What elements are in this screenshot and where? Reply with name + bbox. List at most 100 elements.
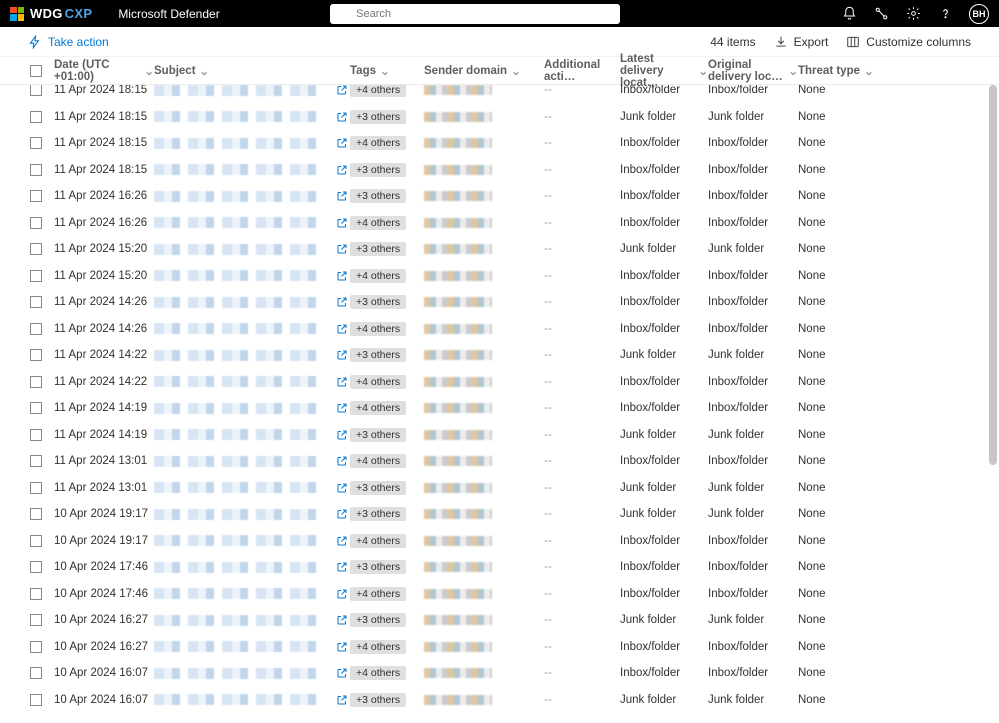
open-external-icon[interactable] [336, 164, 350, 176]
cell-subject[interactable] [154, 190, 350, 202]
customize-columns-button[interactable]: Customize columns [846, 35, 971, 49]
table-row[interactable]: 10 Apr 2024 16:07+4 others--Inbox/folder… [0, 660, 999, 687]
tag-badge[interactable]: +3 others [350, 348, 406, 362]
row-checkbox[interactable] [30, 561, 42, 573]
open-external-icon[interactable] [336, 376, 350, 388]
table-row[interactable]: 11 Apr 2024 14:26+4 others--Inbox/folder… [0, 316, 999, 343]
table-row[interactable]: 10 Apr 2024 16:07+3 others--Junk folderJ… [0, 687, 999, 714]
cell-subject[interactable] [154, 349, 350, 361]
table-row[interactable]: 11 Apr 2024 14:19+4 others--Inbox/folder… [0, 395, 999, 422]
table-row[interactable]: 11 Apr 2024 18:15+4 others--Inbox/folder… [0, 130, 999, 157]
table-row[interactable]: 11 Apr 2024 15:20+4 others--Inbox/folder… [0, 263, 999, 290]
tag-badge[interactable]: +3 others [350, 189, 406, 203]
cell-subject[interactable] [154, 376, 350, 388]
table-row[interactable]: 11 Apr 2024 14:26+3 others--Inbox/folder… [0, 289, 999, 316]
row-checkbox[interactable] [30, 111, 42, 123]
tag-badge[interactable]: +3 others [350, 507, 406, 521]
cell-subject[interactable] [154, 296, 350, 308]
table-row[interactable]: 11 Apr 2024 15:20+3 others--Junk folderJ… [0, 236, 999, 263]
table-row[interactable]: 11 Apr 2024 13:01+4 others--Inbox/folder… [0, 448, 999, 475]
row-checkbox[interactable] [30, 376, 42, 388]
cell-subject[interactable] [154, 111, 350, 123]
open-external-icon[interactable] [336, 588, 350, 600]
row-checkbox[interactable] [30, 694, 42, 706]
row-checkbox[interactable] [30, 349, 42, 361]
cell-subject[interactable] [154, 535, 350, 547]
cell-subject[interactable] [154, 667, 350, 679]
cell-subject[interactable] [154, 561, 350, 573]
cell-subject[interactable] [154, 482, 350, 494]
table-row[interactable]: 11 Apr 2024 18:15+4 others--Inbox/folder… [0, 85, 999, 104]
open-external-icon[interactable] [336, 217, 350, 229]
cell-subject[interactable] [154, 85, 350, 96]
tag-badge[interactable]: +3 others [350, 110, 406, 124]
take-action-button[interactable]: Take action [28, 35, 109, 49]
row-checkbox[interactable] [30, 508, 42, 520]
tag-badge[interactable]: +3 others [350, 428, 406, 442]
cell-subject[interactable] [154, 323, 350, 335]
column-original[interactable]: Original delivery loc… ⌄ [708, 59, 798, 83]
cell-subject[interactable] [154, 270, 350, 282]
column-latest[interactable]: Latest delivery locat… ⌄ [620, 53, 708, 89]
table-row[interactable]: 11 Apr 2024 14:22+3 others--Junk folderJ… [0, 342, 999, 369]
open-external-icon[interactable] [336, 111, 350, 123]
open-external-icon[interactable] [336, 455, 350, 467]
row-checkbox[interactable] [30, 614, 42, 626]
row-checkbox[interactable] [30, 190, 42, 202]
row-checkbox[interactable] [30, 85, 42, 96]
row-checkbox[interactable] [30, 137, 42, 149]
open-external-icon[interactable] [336, 641, 350, 653]
row-checkbox[interactable] [30, 243, 42, 255]
row-checkbox[interactable] [30, 429, 42, 441]
cell-subject[interactable] [154, 614, 350, 626]
tag-badge[interactable]: +4 others [350, 375, 406, 389]
cell-subject[interactable] [154, 455, 350, 467]
tag-badge[interactable]: +4 others [350, 587, 406, 601]
tag-badge[interactable]: +4 others [350, 136, 406, 150]
tag-badge[interactable]: +4 others [350, 454, 406, 468]
cell-subject[interactable] [154, 641, 350, 653]
cell-subject[interactable] [154, 588, 350, 600]
tag-badge[interactable]: +3 others [350, 295, 406, 309]
cell-subject[interactable] [154, 402, 350, 414]
open-external-icon[interactable] [336, 535, 350, 547]
tag-badge[interactable]: +3 others [350, 163, 406, 177]
open-external-icon[interactable] [336, 323, 350, 335]
table-row[interactable]: 10 Apr 2024 17:46+3 others--Inbox/folder… [0, 554, 999, 581]
tag-badge[interactable]: +4 others [350, 401, 406, 415]
open-external-icon[interactable] [336, 694, 350, 706]
connector-icon[interactable] [873, 6, 889, 22]
tag-badge[interactable]: +3 others [350, 693, 406, 707]
tag-badge[interactable]: +4 others [350, 85, 406, 97]
column-tags[interactable]: Tags ⌄ [350, 64, 424, 78]
tag-badge[interactable]: +4 others [350, 216, 406, 230]
row-checkbox[interactable] [30, 270, 42, 282]
row-checkbox[interactable] [30, 455, 42, 467]
row-checkbox[interactable] [30, 667, 42, 679]
export-button[interactable]: Export [774, 35, 829, 49]
row-checkbox[interactable] [30, 482, 42, 494]
tag-badge[interactable]: +4 others [350, 666, 406, 680]
help-icon[interactable] [937, 6, 953, 22]
gear-icon[interactable] [905, 6, 921, 22]
select-all-checkbox[interactable] [30, 65, 42, 77]
table-row[interactable]: 11 Apr 2024 13:01+3 others--Junk folderJ… [0, 475, 999, 502]
column-threat[interactable]: Threat type ⌄ [798, 64, 878, 78]
row-checkbox[interactable] [30, 535, 42, 547]
table-row[interactable]: 11 Apr 2024 14:22+4 others--Inbox/folder… [0, 369, 999, 396]
cell-subject[interactable] [154, 243, 350, 255]
row-checkbox[interactable] [30, 164, 42, 176]
table-row[interactable]: 11 Apr 2024 16:26+3 others--Inbox/folder… [0, 183, 999, 210]
table-row[interactable]: 10 Apr 2024 19:17+3 others--Junk folderJ… [0, 501, 999, 528]
table-row[interactable]: 10 Apr 2024 16:27+4 others--Inbox/folder… [0, 634, 999, 661]
open-external-icon[interactable] [336, 561, 350, 573]
open-external-icon[interactable] [336, 508, 350, 520]
tag-badge[interactable]: +4 others [350, 534, 406, 548]
table-row[interactable]: 10 Apr 2024 19:17+4 others--Inbox/folder… [0, 528, 999, 555]
bell-icon[interactable] [841, 6, 857, 22]
tag-badge[interactable]: +3 others [350, 242, 406, 256]
open-external-icon[interactable] [336, 429, 350, 441]
tag-badge[interactable]: +4 others [350, 640, 406, 654]
tag-badge[interactable]: +4 others [350, 322, 406, 336]
open-external-icon[interactable] [336, 243, 350, 255]
